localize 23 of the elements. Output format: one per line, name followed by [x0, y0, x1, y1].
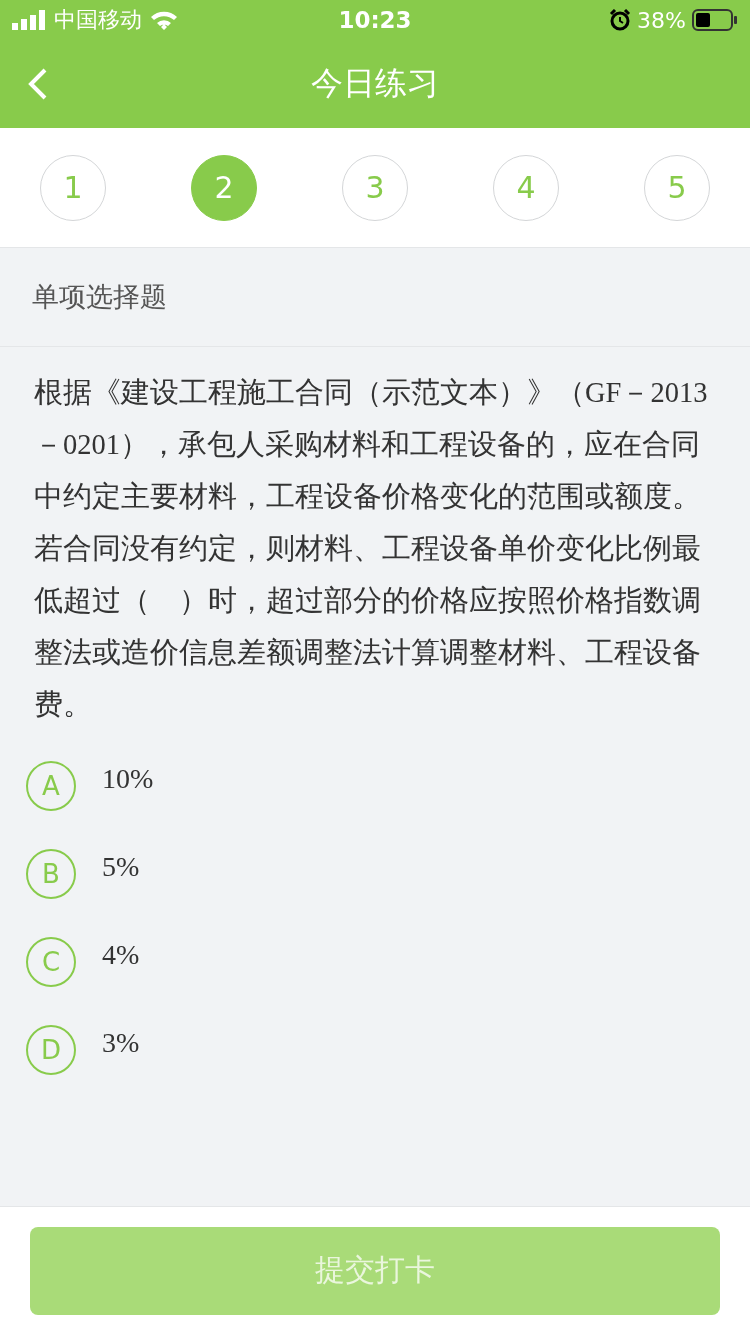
option-text[interactable]: 4%	[102, 939, 140, 971]
carrier-name: 中国移动	[54, 6, 142, 34]
question-number-tab[interactable]: 1	[40, 154, 106, 221]
question-number-tab[interactable]: 2	[191, 154, 257, 221]
question-number-tab[interactable]: 3	[342, 154, 408, 221]
signal-icon	[12, 10, 46, 30]
option-letter[interactable]: C	[26, 937, 76, 987]
question-text: 根据《建设工程施工合同（示范文本）》（GF－2013－0201），承包人采购材料和工程设备的，应在合同中约定主要材料，工程设备价格变化的范围或额度。若合同没有约定，则材料、工程设备单价变化比例最低超过（ ）时，超过部分的价格应按照价格指数调整法或造价信息差额调整法计算调整材料、工程设备费。	[34, 376, 709, 722]
battery-icon	[692, 9, 738, 31]
option-letter[interactable]: D	[26, 1025, 76, 1075]
page-title: 今日练习	[311, 63, 439, 104]
option-letter[interactable]: A	[26, 761, 76, 811]
question-type-label: 单项选择题	[32, 280, 167, 314]
status-time: 10:23	[338, 7, 412, 33]
option-text[interactable]: 10%	[102, 763, 154, 795]
question-number-tab[interactable]: 5	[644, 154, 710, 221]
option-text[interactable]: 3%	[102, 1027, 140, 1059]
option-letter[interactable]: B	[26, 849, 76, 899]
question-number-tab[interactable]: 4	[493, 154, 559, 221]
wifi-icon	[150, 10, 178, 30]
option-text[interactable]: 5%	[102, 851, 140, 883]
alarm-clock-icon	[609, 9, 632, 31]
battery-percent: 38%	[637, 7, 686, 33]
